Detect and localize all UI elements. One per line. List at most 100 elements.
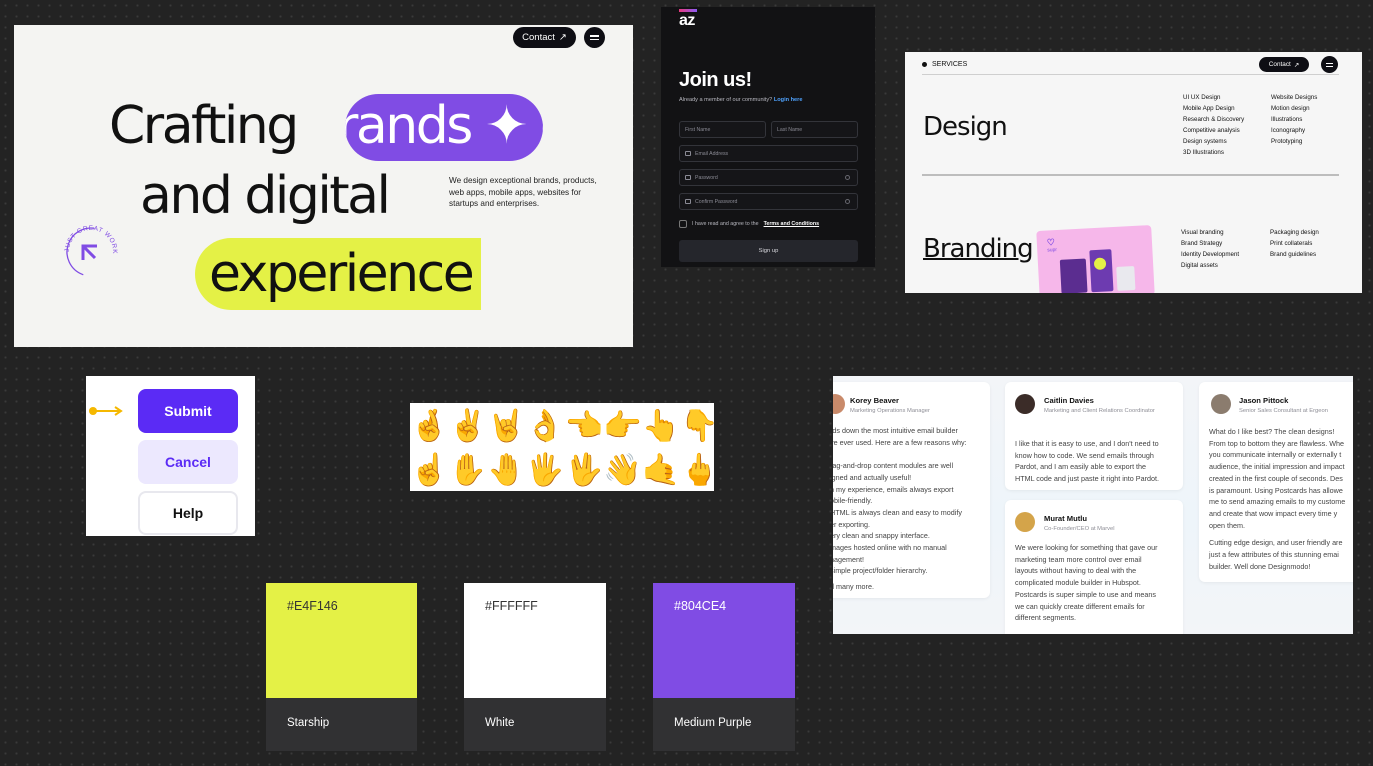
service-item: Identity Development — [1181, 251, 1240, 258]
text-line: just a few attributes of this stunning e… — [1209, 550, 1339, 560]
text-line: d many more. — [833, 582, 874, 592]
text-line: What do I like best? The clean designs! — [1209, 427, 1335, 436]
call-me-hand-icon: 🤙 — [641, 451, 681, 487]
emoji-row-1: 🤞 ✌️ 🤘 👌 👈 👉 👆 👇 — [410, 403, 714, 447]
text-line: HTML code and just paste it right into P… — [1015, 474, 1159, 484]
service-item: UI UX Design — [1183, 94, 1221, 101]
text-line: obile-friendly. — [833, 496, 873, 506]
swatch-color: #FFFFFF — [464, 583, 606, 698]
text-line: know how to code. We send emails through — [1015, 450, 1154, 460]
text-line: ery clean and snappy interface. — [833, 531, 930, 541]
package — [1116, 265, 1136, 291]
swatch-color: #E4F146 — [266, 583, 417, 698]
text-line: Pardot, and I am easily able to export t… — [1015, 462, 1147, 472]
testimonial-text: What do I like best? The clean designs! … — [1209, 426, 1345, 572]
terms-checkbox[interactable] — [679, 220, 687, 228]
testimonial-name: Jason Pittock — [1239, 396, 1289, 405]
text-line: From top to bottom they are flawless. Wh… — [1209, 438, 1345, 448]
mail-icon — [685, 151, 691, 156]
menu-button[interactable] — [1321, 56, 1338, 73]
hero-description: We design exceptional brands, products, … — [449, 176, 597, 208]
color-swatch: #804CE4 Medium Purple — [653, 583, 795, 751]
service-item: Research & Discovery — [1183, 116, 1245, 123]
join-subtitle-text: Already a member of our community? — [679, 97, 773, 103]
eye-icon[interactable] — [845, 175, 850, 180]
buttons-card: Submit Cancel Help — [86, 376, 255, 536]
contact-button[interactable]: Contact ↗ — [513, 27, 576, 48]
login-link[interactable]: Login here — [774, 97, 803, 103]
eye-icon[interactable] — [845, 199, 850, 204]
vulcan-salute-icon: 🖖 — [564, 451, 604, 487]
avatar — [1015, 512, 1035, 532]
service-item: Iconography — [1271, 127, 1306, 134]
lock-icon — [685, 175, 691, 180]
contact-button[interactable]: Contact ↗ — [1259, 57, 1309, 72]
swatch-color: #804CE4 — [653, 583, 795, 698]
testimonial-text: rds down the most intuitive email builde… — [833, 425, 967, 593]
testimonial-card: Korey Beaver Marketing Operations Manage… — [833, 382, 990, 598]
password-field[interactable]: Password — [679, 169, 858, 186]
signup-button[interactable]: Sign up — [679, 240, 858, 262]
terms-row: I have read and agree to the Terms and C… — [679, 220, 819, 228]
confirm-password-field[interactable]: Confirm Password — [679, 193, 858, 210]
service-item: Website Designs — [1271, 94, 1318, 101]
service-item: Motion design — [1271, 105, 1310, 112]
text-line: er exporting. — [833, 519, 870, 529]
text-line: n my experience, emails always export — [833, 484, 954, 494]
text-line: we can quickly create different emails f… — [1015, 601, 1145, 611]
help-button[interactable]: Help — [138, 491, 238, 535]
swatch-name: White — [485, 717, 515, 729]
text-line: layouts without having to deal with the — [1015, 566, 1137, 576]
text-line: We were looking for something that gave … — [1015, 543, 1158, 552]
cancel-button[interactable]: Cancel — [138, 440, 238, 484]
testimonials-card: Korey Beaver Marketing Operations Manage… — [833, 376, 1353, 634]
waving-hand-icon: 👋 — [603, 451, 642, 487]
text-line: ve ever used. Here are a few reasons why… — [833, 437, 967, 447]
splayed-hand-icon: 🖐️ — [525, 451, 565, 487]
submit-button[interactable]: Submit — [138, 389, 238, 433]
avatar — [1015, 394, 1035, 414]
testimonial-role: Marketing Operations Manager — [850, 408, 930, 414]
testimonial-text: I like that it is easy to use, and I don… — [1015, 438, 1159, 485]
package — [1059, 258, 1088, 293]
text-line: different segments. — [1015, 613, 1076, 623]
service-item: Brand guidelines — [1270, 251, 1317, 258]
text-line: open them. — [1209, 520, 1245, 530]
hero-headline-line-2: and digital — [140, 166, 391, 226]
color-swatch: #FFFFFF White — [464, 583, 606, 751]
middle-finger-icon: 🖕 — [680, 451, 714, 487]
hero-lime-pill: experience — [195, 238, 481, 310]
swatch-hex: #E4F146 — [287, 599, 338, 613]
hamburger-icon — [1326, 62, 1333, 64]
service-item: Illustrations — [1271, 116, 1303, 123]
branding-list-1: Visual branding Brand Strategy Identity … — [1181, 227, 1239, 271]
first-name-field[interactable]: First Name — [679, 121, 766, 138]
terms-link[interactable]: Terms and Conditions — [764, 221, 820, 227]
testimonial-text: We were looking for something that gave … — [1015, 542, 1158, 624]
password-placeholder: Password — [695, 174, 718, 181]
text-line: mages hosted online with no manual — [833, 543, 947, 553]
point-left-icon: 👈 — [564, 407, 604, 443]
hand-emoji-card: 🤞 ✌️ 🤘 👌 👈 👉 👆 👇 ☝️ ✋ 🤚 🖐️ 🖖 👋 🤙 🖕 — [410, 403, 714, 491]
branding-image: ♡ supr — [1036, 225, 1155, 293]
service-item: Print collaterals — [1270, 240, 1313, 247]
email-field[interactable]: Email Address — [679, 145, 858, 162]
swatch-hex: #FFFFFF — [485, 599, 538, 613]
emoji-row-2: ☝️ ✋ 🤚 🖐️ 🖖 👋 🤙 🖕 — [410, 447, 714, 491]
menu-button[interactable] — [584, 27, 605, 48]
text-line: igned and actually useful! — [833, 472, 912, 482]
service-item: Mobile App Design — [1183, 105, 1235, 112]
text-line: me to send amazing emails to my custome — [1209, 497, 1346, 507]
avatar — [1211, 394, 1231, 414]
testimonial-card: Murat Mutlu Co-Founder/CEO at Marvel We … — [1005, 500, 1183, 634]
email-placeholder: Email Address — [695, 150, 729, 157]
divider — [922, 74, 1339, 75]
services-label-text: SERVICES — [932, 61, 968, 68]
hero-card: Contact ↗ Crafting rands ✦ e and digital… — [14, 25, 633, 347]
contact-label: Contact — [1268, 61, 1291, 68]
testimonial-role: Marketing and Client Relations Coordinat… — [1044, 408, 1155, 414]
last-name-field[interactable]: Last Name — [771, 121, 858, 138]
text-line: rds down the most intuitive email builde… — [833, 426, 958, 435]
text-line: you communicate internally or externally… — [1209, 450, 1342, 460]
join-form-card: az Join us! Already a member of our comm… — [661, 7, 875, 267]
